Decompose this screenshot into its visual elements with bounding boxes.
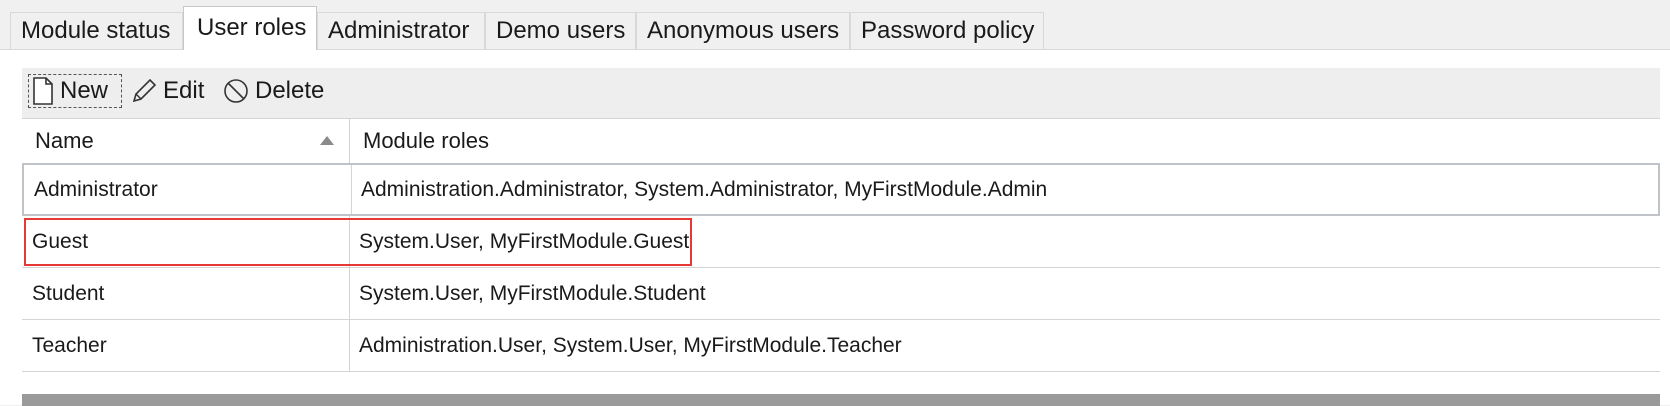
- prohibited-icon: [222, 77, 250, 105]
- cell-module-roles: Administration.Administrator, System.Adm…: [361, 177, 1048, 201]
- grid-header: Name Module roles: [22, 119, 1660, 164]
- edit-button-label: Edit: [163, 77, 205, 104]
- tab-anonymous-users[interactable]: Anonymous users: [636, 12, 850, 49]
- tab-bar: Module status User roles Administrator D…: [0, 0, 1670, 50]
- tab-user-roles[interactable]: User roles: [183, 6, 317, 50]
- cell-module-roles: Administration.User, System.User, MyFirs…: [359, 333, 902, 357]
- new-button-label: New: [60, 77, 109, 104]
- cell-name: Administrator: [24, 165, 352, 214]
- cell-module-roles: System.User, MyFirstModule.Guest: [359, 229, 690, 253]
- delete-button-label: Delete: [255, 77, 325, 104]
- cell-name: Guest: [22, 216, 350, 267]
- cell-name: Teacher: [22, 320, 350, 371]
- tab-module-status[interactable]: Module status: [10, 12, 183, 49]
- tab-demo-users[interactable]: Demo users: [485, 12, 636, 49]
- column-header-name[interactable]: Name: [22, 119, 350, 163]
- tab-password-policy[interactable]: Password policy: [850, 12, 1044, 49]
- table-row[interactable]: Student System.User, MyFirstModule.Stude…: [22, 268, 1660, 320]
- edit-button[interactable]: Edit: [130, 74, 216, 108]
- sort-ascending-icon: [320, 136, 334, 145]
- toolbar: New Edit Delete: [22, 68, 1660, 118]
- table-row[interactable]: Teacher Administration.User, System.User…: [22, 320, 1660, 372]
- table-row[interactable]: Administrator Administration.Administrat…: [22, 163, 1660, 216]
- user-roles-panel: New Edit Delete Name Module roles Admini…: [0, 50, 1670, 406]
- pencil-icon: [130, 77, 158, 105]
- user-roles-grid: Name Module roles Administrator Administ…: [22, 118, 1660, 406]
- content-area: New Edit Delete Name Module roles Admini…: [22, 68, 1660, 406]
- cell-module-roles: System.User, MyFirstModule.Student: [359, 281, 706, 305]
- tab-administrator[interactable]: Administrator: [317, 12, 485, 49]
- cell-name: Student: [22, 268, 350, 319]
- delete-button[interactable]: Delete: [222, 74, 332, 108]
- column-header-roles-label: Module roles: [363, 128, 489, 153]
- table-row[interactable]: Guest System.User, MyFirstModule.Guest: [22, 216, 1660, 268]
- new-document-icon: [32, 77, 54, 105]
- column-header-name-label: Name: [35, 128, 94, 153]
- grid-footer-bar: [22, 394, 1660, 406]
- new-button[interactable]: New: [28, 74, 122, 108]
- column-header-module-roles[interactable]: Module roles: [350, 119, 1660, 163]
